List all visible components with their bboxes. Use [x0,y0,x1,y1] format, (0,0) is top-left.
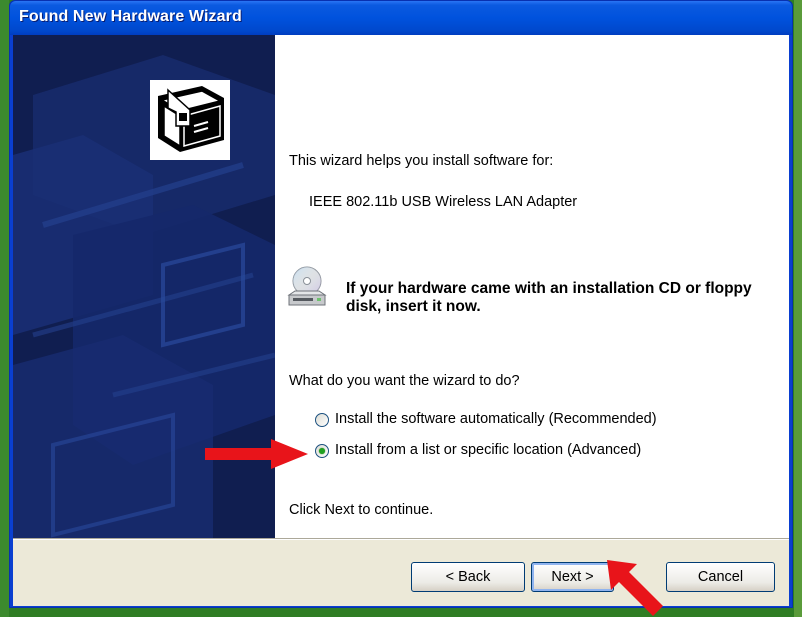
question-text: What do you want the wizard to do? [289,373,520,389]
back-button[interactable]: < Back [411,562,525,592]
desktop-background-left [0,0,9,617]
wizard-client-area: This wizard helps you install software f… [13,35,789,606]
radio-selected-dot [319,448,325,454]
device-name: IEEE 802.11b USB Wireless LAN Adapter [309,194,578,210]
cd-prompt-text: If your hardware came with an installati… [346,280,752,315]
cd-drive-icon [287,265,327,309]
wizard-content: This wizard helps you install software f… [275,35,789,538]
radio-install-automatically[interactable] [315,413,329,427]
cancel-button[interactable]: Cancel [666,562,775,592]
next-button[interactable]: Next > [531,562,614,592]
hardware-card-icon [150,80,230,160]
continue-hint: Click Next to continue. [289,502,434,518]
option-automatic-label[interactable]: Install the software automatically (Reco… [335,411,657,427]
window-title: Found New Hardware Wizard [19,8,242,25]
title-bar[interactable]: Found New Hardware Wizard [10,1,792,35]
wizard-window: Found New Hardware Wizard This wizard he… [9,0,793,608]
radio-install-from-list[interactable] [315,444,329,458]
intro-text: This wizard helps you install software f… [289,153,554,169]
red-arrow-icon [205,439,308,469]
desktop-background-right [794,0,802,617]
red-arrow-icon [607,560,663,616]
button-bar: < Back Next > Cancel [13,538,789,606]
option-advanced-label[interactable]: Install from a list or specific location… [335,442,641,458]
